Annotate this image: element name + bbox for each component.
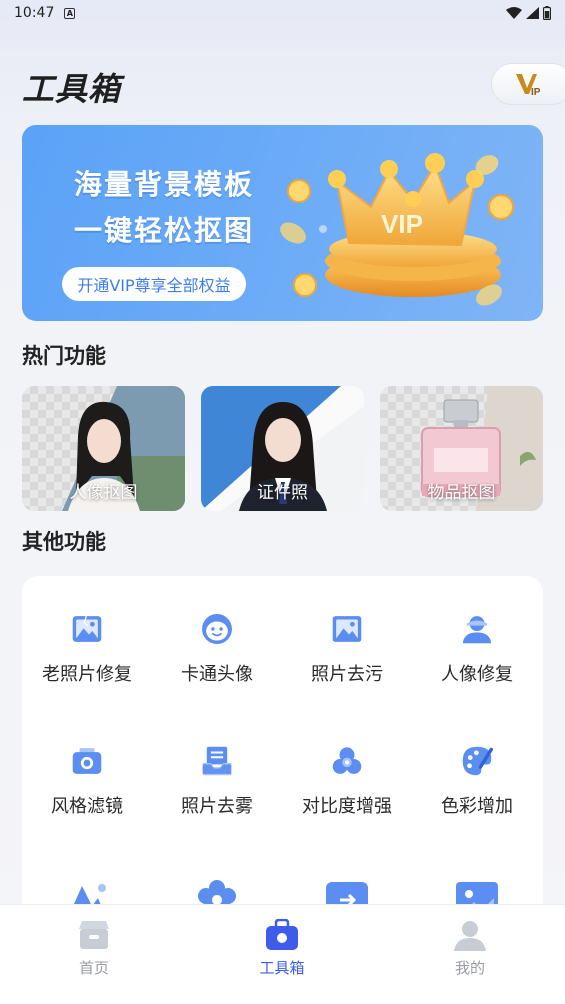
- wifi-icon: [506, 7, 522, 19]
- contrast-icon: [332, 747, 362, 774]
- home-icon: [79, 921, 109, 949]
- tool-color-boost[interactable]: 色彩增加: [412, 708, 542, 818]
- tab-home-label: 首页: [78, 959, 109, 977]
- cartoon-face-icon: [202, 614, 232, 644]
- tool-cartoon-avatar[interactable]: 卡通头像: [152, 576, 282, 686]
- tab-profile-label: 我的: [454, 959, 485, 977]
- tool-label: 人像修复: [441, 664, 513, 685]
- object-cutout-label: 物品抠图: [427, 483, 496, 503]
- photo-clean-icon: [332, 616, 362, 642]
- old-photo-icon: [72, 615, 102, 642]
- portrait-cutout-card[interactable]: 人像抠图: [22, 386, 185, 511]
- tool-label: 风格滤镜: [51, 796, 123, 817]
- tools-panel: 老照片修复 卡通头像 照片去污 人像修复 风格滤镜 照片去雾 对比度增强 色彩增…: [22, 576, 543, 936]
- open-vip-button[interactable]: 开通VIP尊享全部权益: [62, 267, 246, 301]
- user-icon: [454, 921, 486, 951]
- tool-style-filter[interactable]: 风格滤镜: [22, 708, 152, 818]
- tab-toolbox-label: 工具箱: [259, 959, 305, 977]
- tool-label: 对比度增强: [302, 796, 392, 817]
- tool-portrait-repair[interactable]: 人像修复: [412, 576, 542, 686]
- portrait-repair-icon: [462, 616, 492, 644]
- vip-badge-button[interactable]: IP: [491, 63, 565, 105]
- tool-photo-clean[interactable]: 照片去污: [282, 576, 412, 686]
- tab-home[interactable]: 首页: [34, 919, 154, 978]
- tool-photo-defog[interactable]: 照片去雾: [152, 708, 282, 818]
- tool-old-photo-repair[interactable]: 老照片修复: [22, 576, 152, 686]
- page-title: 工具箱: [22, 70, 122, 108]
- banner-subheadline: 一键轻松抠图: [74, 214, 255, 247]
- status-time: 10:47: [14, 5, 55, 21]
- id-photo-card[interactable]: 证件照: [201, 386, 364, 511]
- banner-headline: 海量背景模板: [74, 168, 255, 201]
- svg-text:IP: IP: [531, 87, 541, 97]
- tool-label: 照片去污: [311, 664, 383, 685]
- tool-label: 老照片修复: [42, 664, 132, 685]
- tool-label: 色彩增加: [441, 796, 513, 817]
- crown-illustration: VIP: [280, 153, 514, 306]
- hot-section-title: 热门功能: [22, 344, 106, 368]
- tool-label: 照片去雾: [181, 796, 253, 817]
- portrait-cutout-label: 人像抠图: [69, 483, 138, 503]
- tab-profile[interactable]: 我的: [410, 919, 530, 978]
- bottom-tab-bar: 首页 工具箱 我的: [0, 904, 565, 1004]
- object-cutout-card[interactable]: 物品抠图: [380, 386, 543, 511]
- tool-label: 卡通头像: [181, 664, 253, 685]
- toolbox-icon: [266, 919, 298, 950]
- vip-banner[interactable]: 海量背景模板 一键轻松抠图 开通VIP尊享全部权益 VIP: [22, 125, 543, 321]
- vip-icon: IP: [516, 74, 541, 97]
- status-bar: 10:47 A: [0, 0, 565, 26]
- tool-contrast-enhance[interactable]: 对比度增强: [282, 708, 412, 818]
- tab-toolbox[interactable]: 工具箱: [222, 919, 342, 978]
- notification-icon: A: [64, 7, 76, 19]
- id-photo-label: 证件照: [257, 483, 308, 503]
- camera-icon: [72, 748, 102, 774]
- crown-vip-text: VIP: [381, 209, 423, 239]
- signal-icon: [526, 7, 539, 19]
- defog-icon: [202, 746, 232, 776]
- palette-icon: [462, 746, 493, 776]
- other-section-title: 其他功能: [22, 530, 106, 554]
- battery-icon: [543, 6, 551, 20]
